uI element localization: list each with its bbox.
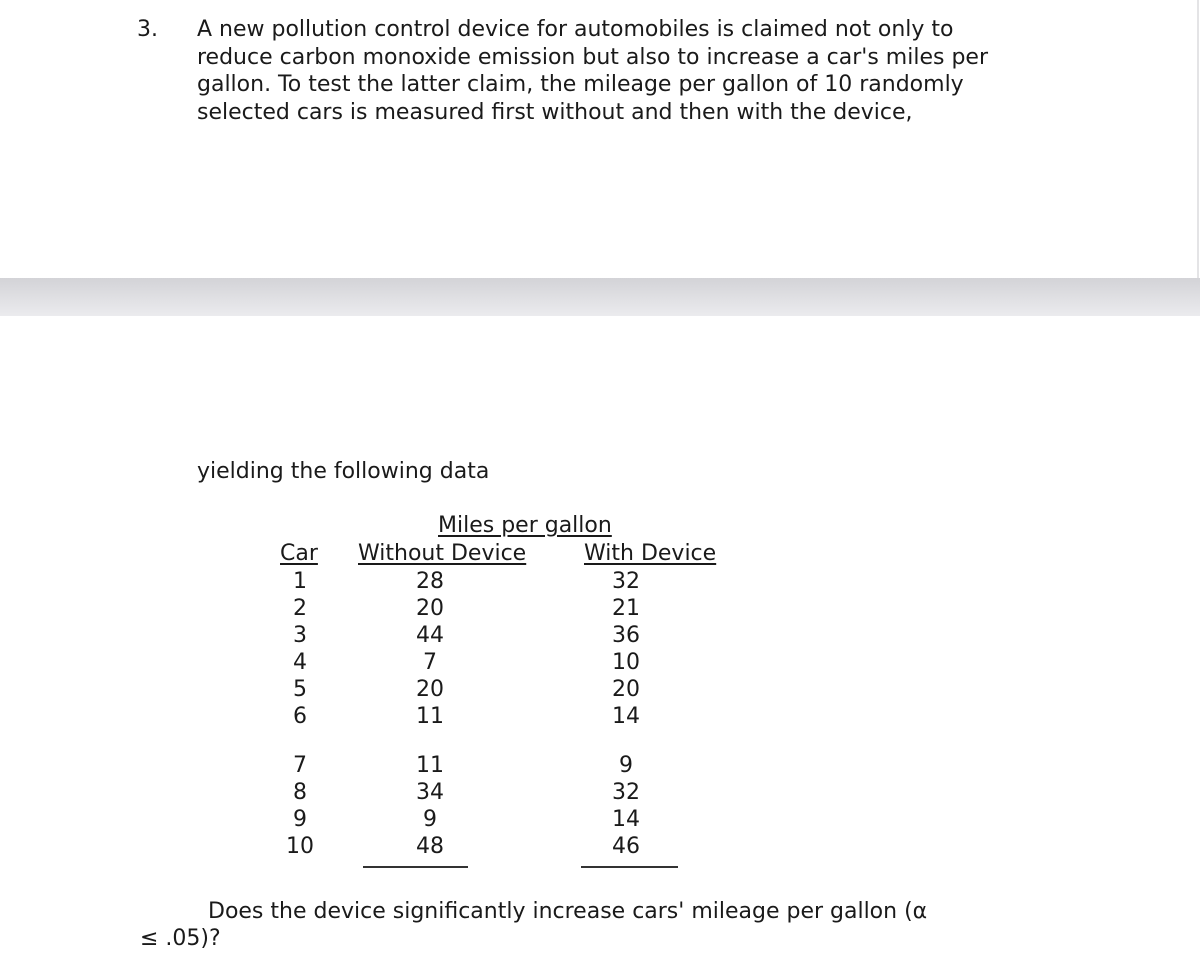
column-header-with-device: With Device — [584, 541, 717, 566]
intro-line: gallon. To test the latter claim, the mi… — [197, 72, 964, 97]
table-cell: 32 — [612, 569, 640, 594]
column-header-without-device: Without Device — [358, 541, 527, 566]
table-cell: 9 — [423, 807, 437, 832]
table-cell: 1 — [293, 569, 307, 594]
table-group-header: Miles per gallon — [438, 513, 612, 538]
table-cell: 11 — [416, 704, 444, 729]
sum-rule-with — [581, 866, 678, 868]
question-line: ≤ .05)? — [140, 926, 221, 951]
row-gap — [400, 730, 460, 752]
question-line: Does the device significantly increase c… — [208, 899, 928, 924]
table-cell: 5 — [293, 677, 307, 702]
page-1: 3. A new pollution control device for au… — [0, 0, 1199, 278]
table-cell: 7 — [423, 650, 437, 675]
table-cell: 9 — [293, 807, 307, 832]
column-with-device: 32 21 36 10 20 14 9 32 14 46 — [596, 568, 656, 860]
column-car: 1 2 3 4 5 6 7 8 9 10 — [278, 568, 322, 860]
table-cell: 28 — [416, 569, 444, 594]
table-cell: 21 — [612, 596, 640, 621]
table-cell: 36 — [612, 623, 640, 648]
table-cell: 11 — [416, 753, 444, 778]
intro-line: selected cars is measured first without … — [197, 99, 913, 125]
table-cell: 3 — [293, 623, 307, 648]
table-cell: 34 — [416, 780, 444, 805]
table-cell: 48 — [416, 834, 444, 859]
table-cell: 8 — [293, 780, 307, 805]
intro-line: reduce carbon monoxide emission but also… — [197, 44, 988, 70]
table-cell: 32 — [612, 780, 640, 805]
table-cell: 2 — [293, 596, 307, 621]
question-text: Does the device significantly increase c… — [140, 898, 927, 952]
table-cell: 9 — [619, 753, 633, 778]
intro-line: A new pollution control device for autom… — [197, 17, 954, 42]
problem-number: 3. — [137, 17, 158, 42]
table-cell: 20 — [416, 677, 444, 702]
column-header-car: Car — [280, 541, 318, 566]
continuation-text: yielding the following data — [197, 459, 490, 484]
problem-intro: A new pollution control device for autom… — [197, 16, 1097, 126]
row-gap — [596, 730, 656, 752]
table-cell: 14 — [612, 807, 640, 832]
column-without-device: 28 20 44 7 20 11 11 34 9 48 — [400, 568, 460, 860]
table-cell: 6 — [293, 704, 307, 729]
table-cell: 4 — [293, 650, 307, 675]
table-cell: 10 — [286, 834, 314, 859]
table-cell: 46 — [612, 834, 640, 859]
table-cell: 10 — [612, 650, 640, 675]
table-cell: 44 — [416, 623, 444, 648]
table-cell: 14 — [612, 704, 640, 729]
table-cell: 20 — [416, 596, 444, 621]
page-separator — [0, 278, 1200, 316]
sum-rule-without — [363, 866, 468, 868]
table-cell: 7 — [293, 753, 307, 778]
table-cell: 20 — [612, 677, 640, 702]
row-gap — [278, 730, 322, 752]
